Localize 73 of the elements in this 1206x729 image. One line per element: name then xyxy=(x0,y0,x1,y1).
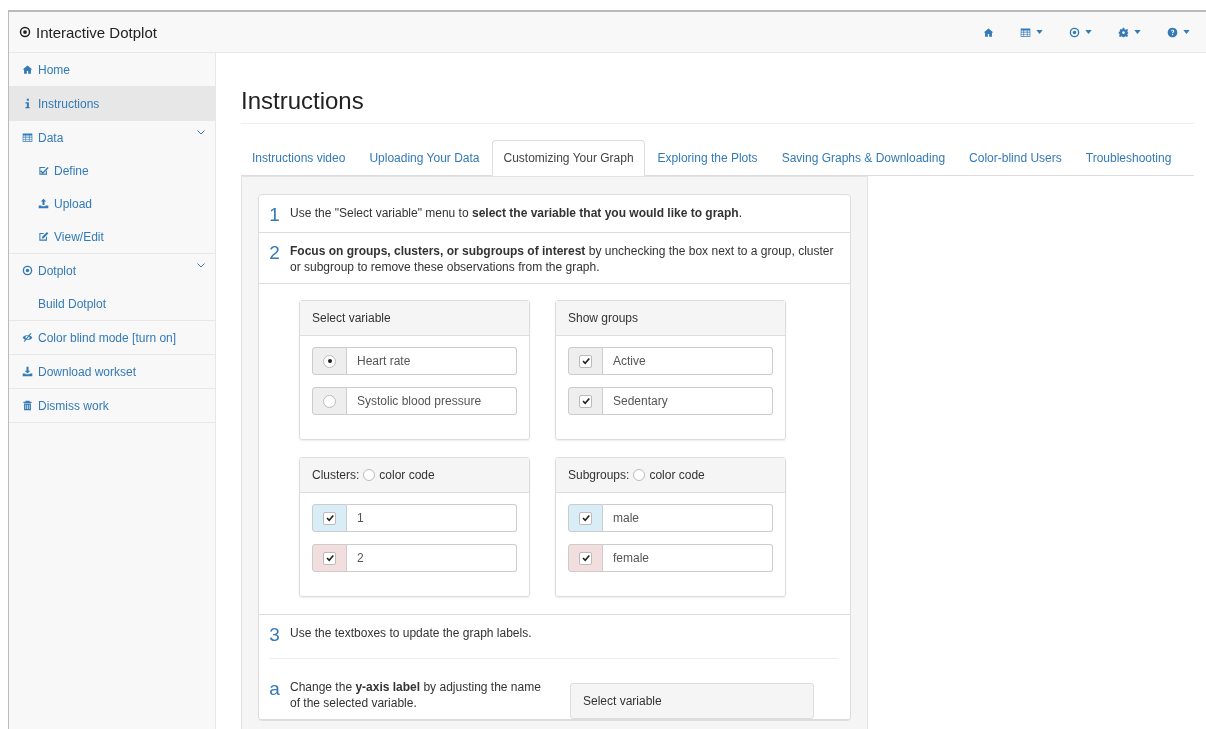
gear-icon xyxy=(1118,26,1129,38)
panel-title: Select variable xyxy=(312,311,391,325)
step-number: 2 xyxy=(269,243,280,262)
step-number: 1 xyxy=(269,205,280,224)
page-title: Instructions xyxy=(241,87,1194,124)
checkbox[interactable] xyxy=(579,511,592,525)
dot-circle-icon xyxy=(19,26,31,38)
sidebar-item[interactable]: Upload xyxy=(9,187,215,220)
toggle-label: color code xyxy=(649,468,705,482)
checkbox[interactable] xyxy=(579,551,592,565)
tab[interactable]: Uploading Your Data xyxy=(358,140,491,176)
option-label-field: 2 xyxy=(347,544,517,572)
panel-title: Clusters: xyxy=(312,468,360,482)
checkbox[interactable] xyxy=(579,394,592,408)
sidebar-item[interactable]: Dotplot xyxy=(9,254,215,287)
app-title[interactable]: Interactive Dotplot xyxy=(9,23,157,41)
sidebar-item[interactable]: Instructions xyxy=(9,87,215,120)
download-icon xyxy=(22,366,33,377)
step-text: Use the textboxes to update the graph labels. xyxy=(290,625,532,641)
option-label-field: 1 xyxy=(347,504,517,532)
caret-icon xyxy=(1134,30,1141,34)
info-icon xyxy=(22,98,33,109)
caret-icon xyxy=(1036,30,1043,34)
tab[interactable]: Saving Graphs & Downloading xyxy=(770,140,957,176)
edit-icon xyxy=(38,231,49,242)
checkbox[interactable] xyxy=(579,354,592,368)
caret-icon xyxy=(1085,30,1092,34)
checkbox[interactable] xyxy=(323,511,336,525)
home-icon xyxy=(983,26,994,38)
sidebar-item[interactable]: Download workset xyxy=(9,355,215,388)
eye-slash-icon xyxy=(22,332,33,343)
step-text: Focus on groups, clusters, or subgroups of interest by unchecking the box next to a group, cluster or subgroup to remove these observations from the graph. xyxy=(290,243,835,275)
step-text: Change the y-axis label by adjusting the name of the selected variable. xyxy=(290,679,542,711)
option-label-field: Heart rate xyxy=(347,347,517,375)
panel-title: Show groups xyxy=(568,311,639,325)
dot-circle-icon xyxy=(1069,26,1080,38)
radio-button[interactable] xyxy=(633,469,646,481)
caret-icon xyxy=(1183,30,1190,34)
option-label-field: Systolic blood pressure xyxy=(347,387,517,415)
dot-circle-icon xyxy=(22,265,33,276)
panel-header: Select variable xyxy=(570,683,814,719)
tab[interactable]: Color-blind Users xyxy=(958,140,1073,176)
option-label-field: male xyxy=(603,504,773,532)
table-icon xyxy=(1020,26,1031,38)
checkbox-icon xyxy=(38,165,49,176)
sidebar-item[interactable]: Home xyxy=(9,53,215,86)
upload-icon xyxy=(38,198,49,209)
help-icon xyxy=(1167,26,1178,38)
sidebar-item[interactable]: Dismiss work xyxy=(9,389,215,422)
trash-icon xyxy=(22,400,33,411)
option-label-field: Active xyxy=(603,347,773,375)
radio-button[interactable] xyxy=(363,469,376,481)
step-number: 3 xyxy=(269,625,280,644)
checkbox[interactable] xyxy=(323,551,336,565)
option-label-field: female xyxy=(603,544,773,572)
toggle-label: color code xyxy=(379,468,435,482)
sidebar-item[interactable]: Build Dotplot xyxy=(9,287,215,320)
sidebar-item[interactable]: Data xyxy=(9,121,215,154)
sidebar-item[interactable]: Color blind mode [turn on] xyxy=(9,321,215,354)
step-number: a xyxy=(269,679,280,698)
sidebar-item[interactable]: Define xyxy=(9,154,215,187)
tab[interactable]: Troubleshooting xyxy=(1074,140,1183,176)
radio-button[interactable] xyxy=(323,354,336,368)
tab[interactable]: Exploring the Plots xyxy=(646,140,769,176)
step-text: Use the "Select variable" menu to select the variable that you would like to graph. xyxy=(290,205,743,221)
option-label-field: Sedentary xyxy=(603,387,773,415)
table-icon xyxy=(22,132,33,143)
panel-title: Subgroups: xyxy=(568,468,630,482)
sidebar-item[interactable]: View/Edit xyxy=(9,220,215,253)
home-icon xyxy=(22,64,33,75)
tab[interactable]: Instructions video xyxy=(241,140,357,176)
radio-button[interactable] xyxy=(323,394,336,408)
tab[interactable]: Customizing Your Graph xyxy=(492,140,645,176)
